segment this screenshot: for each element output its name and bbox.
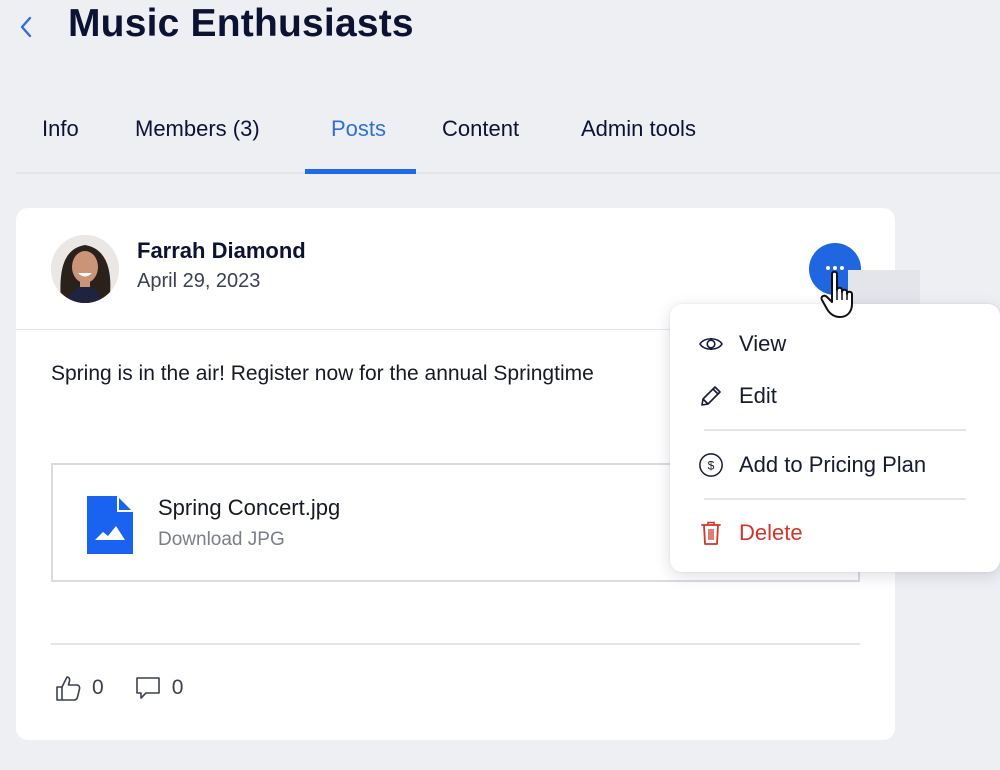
dollar-circle-icon: $ — [698, 452, 724, 478]
active-tab-indicator — [305, 169, 416, 174]
comment-icon — [135, 677, 160, 699]
image-file-icon — [87, 496, 133, 554]
like-count: 0 — [92, 676, 104, 699]
tab-bar: Info Members (3) Posts Content Admin too… — [16, 100, 1000, 174]
file-name: Spring Concert.jpg — [158, 495, 341, 520]
pencil-icon — [698, 383, 724, 409]
menu-item-label: Add to Pricing Plan — [739, 452, 927, 477]
back-button[interactable] — [14, 10, 38, 44]
menu-item-label: View — [739, 331, 787, 356]
trash-icon — [698, 520, 724, 546]
download-link[interactable]: Download JPG — [158, 529, 285, 551]
menu-item-delete[interactable]: Delete — [670, 513, 1000, 553]
tab-admin-tools[interactable]: Admin tools — [581, 116, 696, 142]
thumbs-up-icon — [56, 676, 81, 701]
tab-info[interactable]: Info — [42, 116, 79, 142]
comment-count: 0 — [171, 676, 184, 699]
svg-text:$: $ — [708, 459, 715, 473]
tab-posts[interactable]: Posts — [331, 116, 386, 142]
menu-divider — [704, 498, 966, 500]
post-date: April 29, 2023 — [137, 270, 261, 292]
like-button[interactable]: 0 — [54, 674, 104, 702]
menu-item-label: Delete — [739, 520, 803, 545]
menu-item-label: Edit — [739, 383, 777, 408]
page-title: Music Enthusiasts — [68, 2, 414, 45]
eye-icon — [698, 331, 724, 357]
author-name[interactable]: Farrah Diamond — [137, 238, 306, 264]
menu-divider — [704, 429, 966, 431]
reactions-bar: 0 0 — [54, 674, 213, 702]
menu-item-view[interactable]: View — [670, 324, 1000, 364]
post-text: Spring is in the air! Register now for t… — [51, 362, 594, 385]
tab-members[interactable]: Members (3) — [135, 116, 260, 142]
menu-item-edit[interactable]: Edit — [670, 376, 1000, 416]
menu-item-add-to-pricing-plan[interactable]: $ Add to Pricing Plan — [670, 445, 1000, 485]
comment-button[interactable]: 0 — [134, 674, 184, 702]
post-actions-menu: View Edit $ Add to Pricing Plan Delete — [670, 304, 1000, 572]
chevron-left-icon — [20, 16, 32, 38]
tab-content[interactable]: Content — [442, 116, 519, 142]
hand-cursor-icon — [820, 270, 853, 318]
avatar[interactable] — [51, 235, 119, 303]
avatar-image — [51, 235, 119, 303]
divider — [51, 643, 860, 645]
